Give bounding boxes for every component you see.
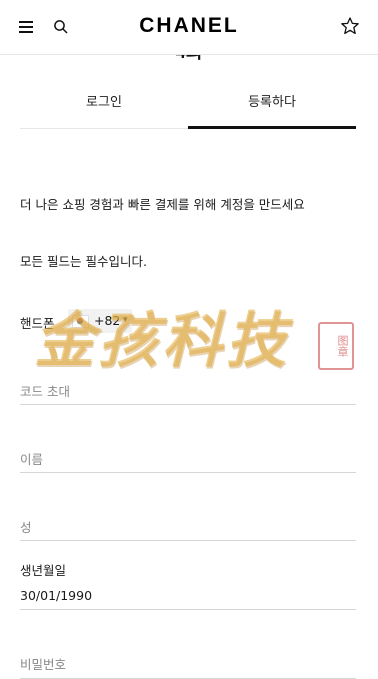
- chevron-down-icon: ▾: [123, 315, 128, 325]
- tab-login[interactable]: 로그인: [20, 86, 188, 128]
- tab-register[interactable]: 등록하다: [188, 86, 356, 129]
- last-name-placeholder: 성: [20, 520, 32, 535]
- brand-logo[interactable]: CHANEL: [0, 14, 378, 38]
- birthdate-label: 생년월일: [20, 563, 67, 578]
- intro-text: 더 나은 쇼핑 경험과 빠른 결제를 위해 계정을 만드세요: [20, 197, 305, 212]
- star-icon[interactable]: [340, 16, 360, 36]
- last-name-field[interactable]: 성: [20, 510, 356, 541]
- country-code-value: +82: [94, 313, 121, 328]
- password-placeholder: 비밀번호: [20, 657, 67, 672]
- invite-code-placeholder: 코드 초대: [20, 384, 70, 399]
- country-code-select[interactable]: +82 ▾: [68, 309, 132, 333]
- first-name-field[interactable]: 이름: [20, 442, 356, 473]
- birthdate-value: 30/01/1990: [20, 588, 93, 603]
- required-note: 모든 필드는 필수입니다.: [20, 254, 147, 269]
- auth-tabs: 로그인 등록하다: [20, 86, 356, 129]
- watermark-text: 金孩科技: [34, 306, 290, 376]
- birthdate-field[interactable]: 생년월일 30/01/1990: [20, 556, 356, 610]
- password-field[interactable]: 비밀번호: [20, 648, 356, 679]
- watermark-seal: 图章: [318, 322, 354, 370]
- invite-code-field[interactable]: 코드 초대: [20, 374, 356, 405]
- phone-label: 핸드폰: [20, 316, 55, 331]
- first-name-placeholder: 이름: [20, 452, 44, 467]
- south-korea-flag-icon: [72, 315, 89, 328]
- top-header: CHANEL: [0, 0, 378, 55]
